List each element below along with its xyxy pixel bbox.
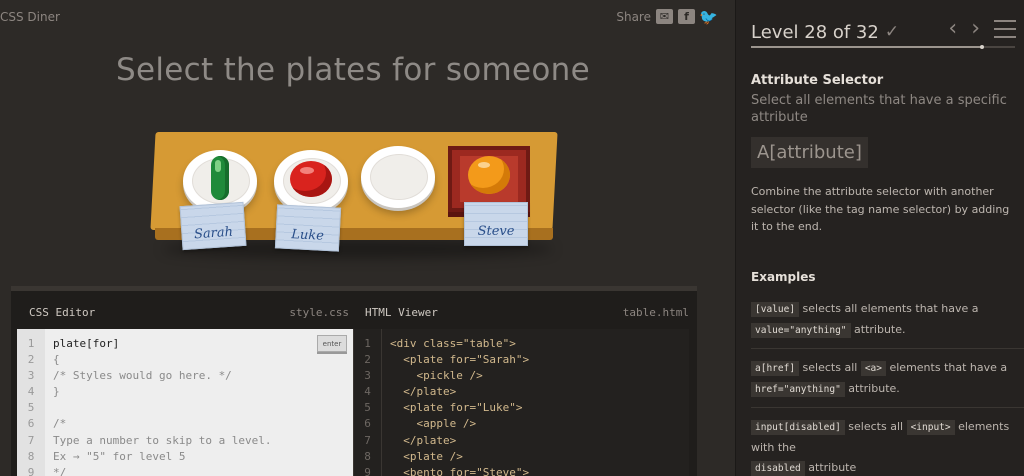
sidebar: Level 28 of 32 ✓ ‹ › Attribute Selector … <box>735 0 1024 476</box>
pickle[interactable] <box>211 156 229 200</box>
example-item: input[disabled] selects all <input> elem… <box>751 420 1010 476</box>
css-editor-header: CSS Editor style.css <box>29 299 349 325</box>
level-progress <box>751 45 1015 49</box>
editor-panel: CSS Editor style.css HTML Viewer table.h… <box>11 286 697 476</box>
level-nav: ‹ › <box>948 16 1016 41</box>
level-indicator[interactable]: Level 28 of 32 <box>751 22 879 43</box>
app-logo[interactable]: CSS Diner <box>0 10 60 24</box>
css-code: plate[for] { /* Styles would go here. */… <box>53 336 272 476</box>
divider <box>751 407 1024 408</box>
selector-syntax: A[attribute] <box>751 137 868 168</box>
html-filename: table.html <box>622 305 689 319</box>
enter-button[interactable]: enter <box>317 335 347 352</box>
css-input[interactable]: plate[for] <box>53 336 272 352</box>
code-line: Ex → "5" for level 5 <box>53 449 186 463</box>
css-filename: style.css <box>289 305 349 319</box>
apple[interactable] <box>290 161 332 197</box>
selector-name: Attribute Selector <box>751 73 884 88</box>
share-label: Share <box>616 9 651 24</box>
previous-level-icon[interactable]: ‹ <box>948 16 957 41</box>
code-line: } <box>53 385 60 399</box>
level-instruction: Select the plates for someone <box>116 52 590 88</box>
checkmark-icon: ✓ <box>884 22 900 42</box>
mail-icon[interactable]: ✉ <box>656 9 673 24</box>
html-line[interactable]: <plate for="Luke"> <box>390 400 529 416</box>
css-editor[interactable]: 1 2 3 4 5 6 7 8 9 plate[for] { /* Styles… <box>17 329 353 476</box>
plate-luke[interactable] <box>274 150 348 212</box>
code-line: { <box>53 353 60 367</box>
html-code: <div class="table"> <plate for="Sarah"> … <box>390 336 529 476</box>
dining-table: Sarah Luke Steve <box>150 132 558 258</box>
twitter-icon[interactable]: 🐦 <box>699 8 718 26</box>
name-tag-sarah: Sarah <box>179 201 247 251</box>
html-viewer: 1 2 3 4 5 6 7 8 9 <div class="table"> <p… <box>353 329 689 476</box>
html-line[interactable]: <plate /> <box>390 449 529 465</box>
html-viewer-header: HTML Viewer table.html <box>365 299 689 325</box>
html-line[interactable]: <bento for="Steve"> <box>390 465 529 476</box>
selector-summary: Select all elements that have a specific… <box>751 93 1007 125</box>
css-editor-title: CSS Editor <box>29 305 96 319</box>
code-line: /* <box>53 417 67 431</box>
plate-empty[interactable] <box>361 146 435 208</box>
divider <box>751 348 1024 349</box>
game-area: CSS Diner Share ✉ f 🐦 Select the plates … <box>0 0 735 476</box>
html-line[interactable]: <pickle /> <box>390 368 529 384</box>
share-bar: Share ✉ f 🐦 <box>616 8 718 26</box>
example-item: a[href] selects all <a> elements that ha… <box>751 358 1019 400</box>
code-line: /* Styles would go here. */ <box>53 369 232 383</box>
html-line[interactable]: <apple /> <box>390 416 529 432</box>
next-level-icon[interactable]: › <box>971 16 980 41</box>
menu-icon[interactable] <box>994 19 1016 38</box>
selector-description: Combine the attribute selector with anot… <box>751 185 1010 233</box>
examples-heading: Examples <box>751 270 816 284</box>
html-viewer-title: HTML Viewer <box>365 305 438 319</box>
orange[interactable] <box>468 156 510 194</box>
css-line-numbers: 1 2 3 4 5 6 7 8 9 <box>17 329 45 476</box>
html-line[interactable]: <plate for="Sarah"> <box>390 352 529 368</box>
html-line-numbers: 1 2 3 4 5 6 7 8 9 <box>354 329 382 476</box>
html-line[interactable]: <div class="table"> <box>390 336 529 352</box>
example-item: [value] selects all elements that have a… <box>751 299 1019 341</box>
code-line: */ <box>53 465 67 476</box>
name-tag-steve: Steve <box>464 202 528 246</box>
name-tag-luke: Luke <box>274 204 342 252</box>
facebook-icon[interactable]: f <box>678 9 695 24</box>
html-line[interactable]: </plate> <box>390 433 529 449</box>
html-line[interactable]: </plate> <box>390 384 529 400</box>
code-line: Type a number to skip to a level. <box>53 433 272 447</box>
